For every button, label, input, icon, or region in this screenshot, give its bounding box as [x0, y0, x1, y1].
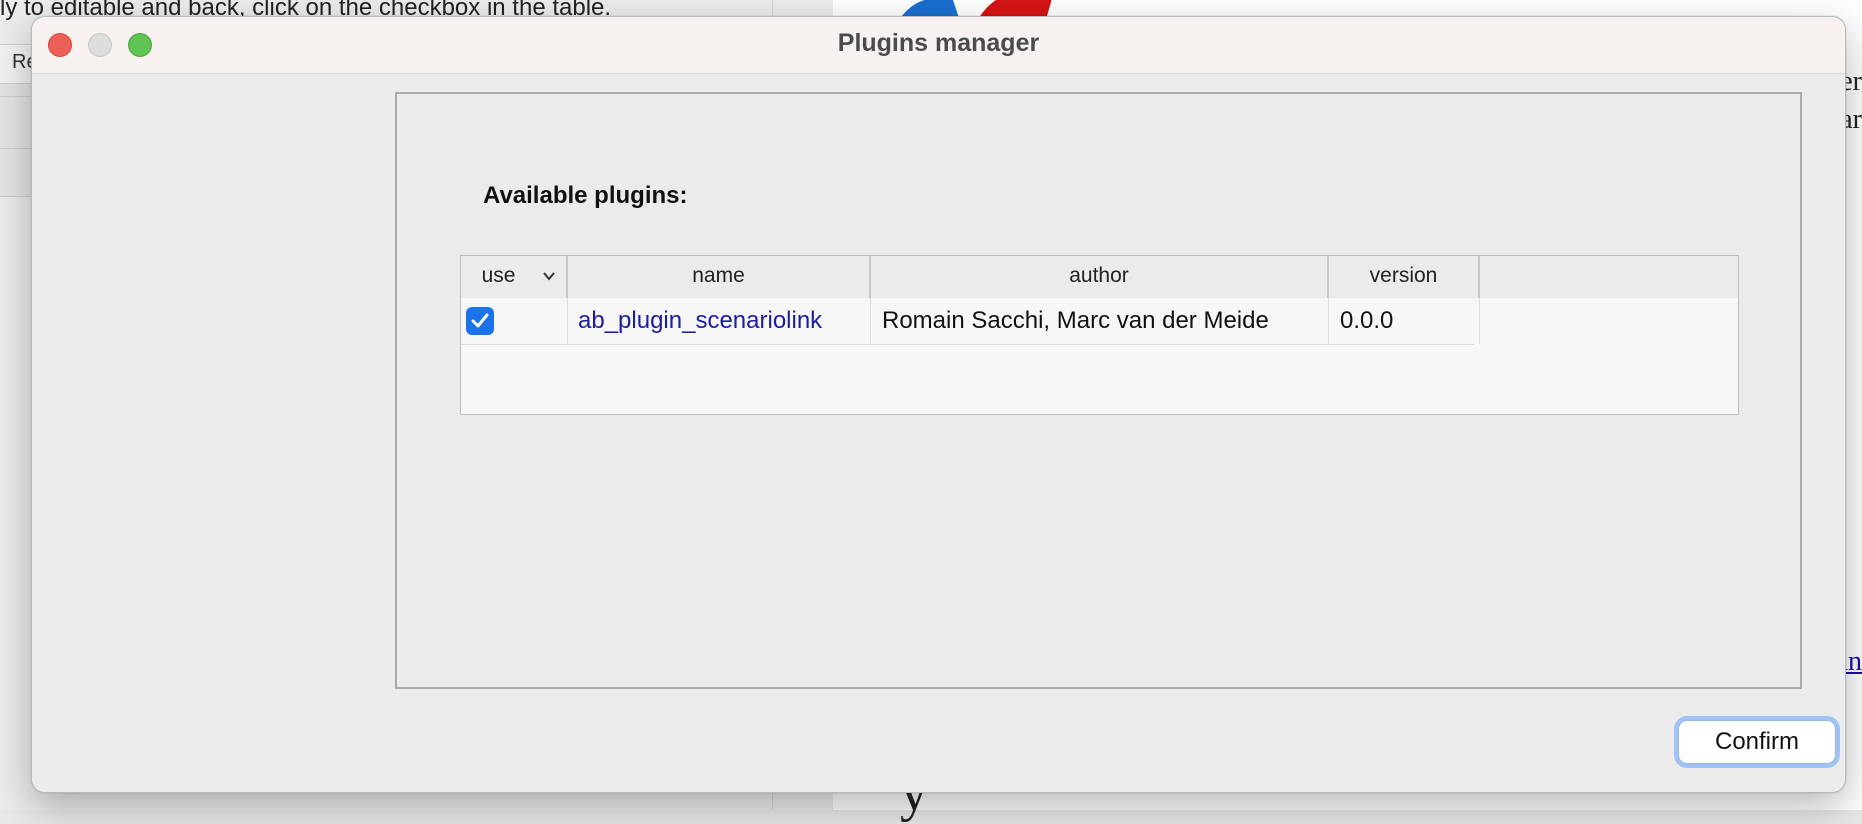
table-header: use name author version	[461, 256, 1738, 298]
column-header-use[interactable]: use	[461, 256, 568, 298]
table-row[interactable]: ab_plugin_scenariolink Romain Sacchi, Ma…	[461, 298, 1480, 345]
column-header-label: use	[481, 264, 516, 287]
chevron-down-icon[interactable]	[542, 269, 556, 283]
column-header-author[interactable]: author	[871, 256, 1329, 298]
plugins-panel: Available plugins: use name author versi…	[395, 92, 1802, 689]
available-plugins-heading: Available plugins:	[483, 182, 688, 209]
confirm-button[interactable]: Confirm	[1678, 720, 1836, 764]
use-checkbox[interactable]	[466, 307, 494, 335]
title-bar[interactable]: Plugins manager	[32, 17, 1845, 74]
plugins-manager-window: Plugins manager Available plugins: use n…	[31, 16, 1846, 793]
plugins-table: use name author version ab_plugin_scenar…	[460, 255, 1739, 415]
column-header-version[interactable]: version	[1329, 256, 1480, 298]
checkmark-icon	[471, 313, 489, 328]
plugin-author-cell[interactable]: Romain Sacchi, Marc van der Meide	[871, 298, 1329, 344]
plugin-name-cell[interactable]: ab_plugin_scenariolink	[568, 298, 871, 344]
use-cell	[461, 298, 568, 344]
column-header-name[interactable]: name	[568, 256, 871, 298]
plugin-version-cell[interactable]: 0.0.0	[1329, 298, 1480, 344]
window-title: Plugins manager	[837, 29, 1040, 57]
